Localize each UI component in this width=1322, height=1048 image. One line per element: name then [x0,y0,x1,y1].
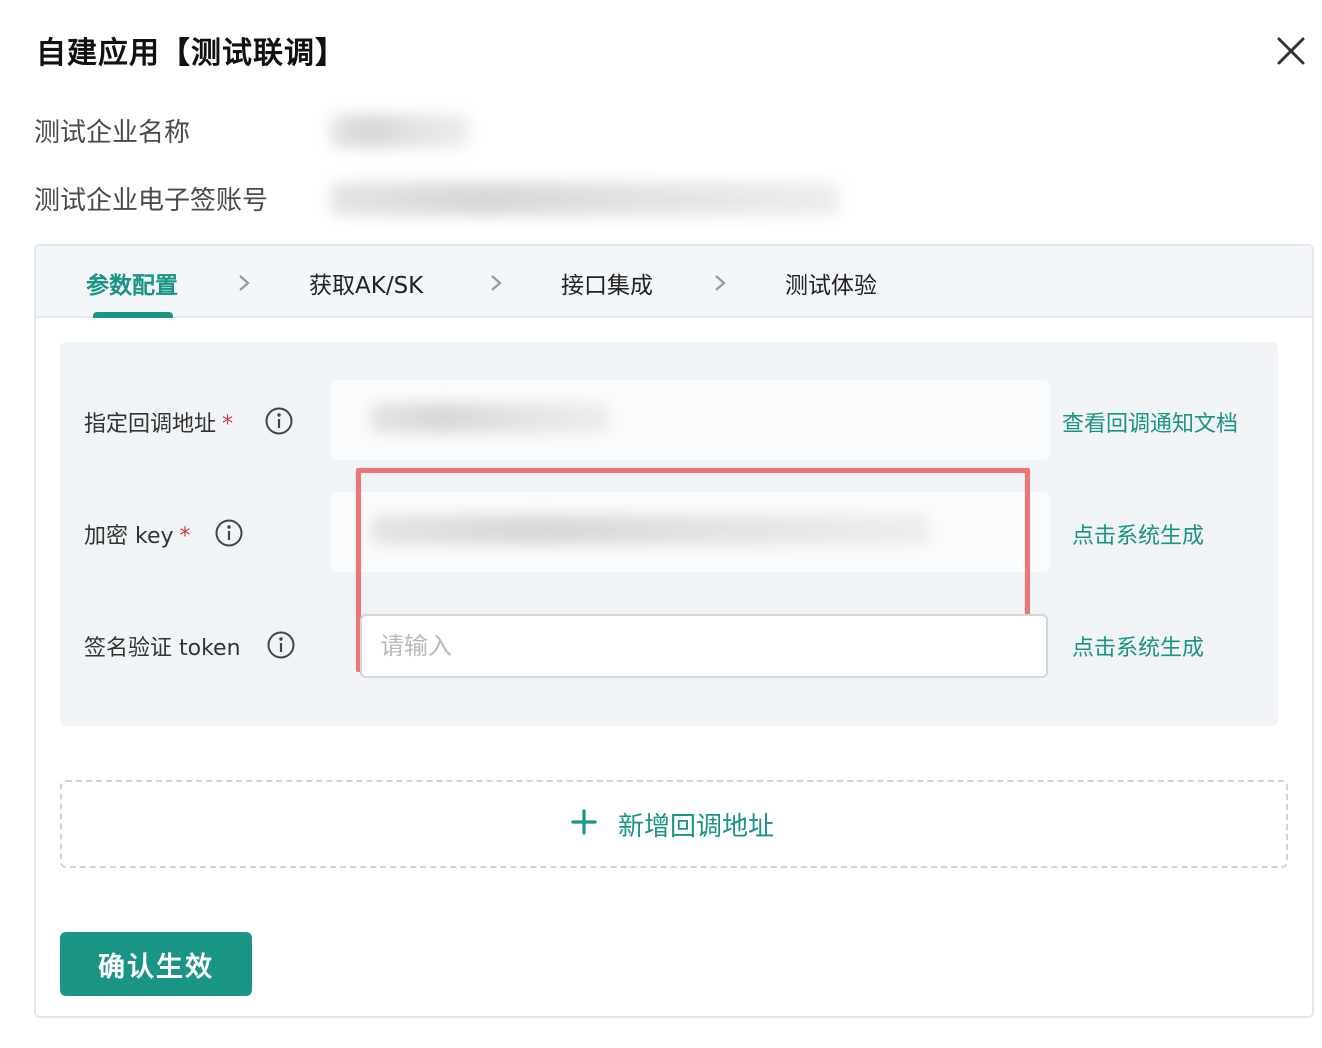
view-callback-doc-link[interactable]: 查看回调通知文档 [1062,406,1238,438]
company-account-label: 测试企业电子签账号 [34,186,269,216]
encrypt-key-input[interactable] [330,492,1050,572]
add-callback-url-button[interactable]: 新增回调地址 [60,780,1288,868]
callback-url-label: 指定回调地址 * [84,406,233,438]
step-get-ak-sk[interactable]: 获取AK/SK [309,266,423,300]
generate-encrypt-key-link[interactable]: 点击系统生成 [1072,518,1204,550]
company-name-value-redacted [330,114,470,148]
confirm-button[interactable]: 确认生效 [60,932,252,996]
plus-icon [571,809,597,835]
company-account-value-redacted [330,182,840,216]
active-step-indicator [93,312,173,318]
callback-url-input[interactable] [330,380,1050,460]
sign-token-input[interactable] [360,614,1048,678]
info-icon[interactable] [214,518,244,548]
chevron-right-icon [715,275,726,291]
config-panel: 参数配置 获取AK/SK 接口集成 测试体验 指定回调地址 * 查看回调通知文档 … [34,244,1314,1018]
required-mark: * [222,412,234,437]
callback-url-label-text: 指定回调地址 [84,412,217,437]
info-icon[interactable] [266,630,296,660]
add-callback-url-label: 新增回调地址 [618,812,775,842]
encrypt-key-value-redacted [370,515,930,545]
generate-sign-token-link[interactable]: 点击系统生成 [1072,630,1204,662]
dialog-title: 自建应用【测试联调】 [36,36,346,71]
required-mark: * [179,524,191,549]
step-test-experience[interactable]: 测试体验 [785,266,877,300]
chevron-right-icon [491,275,502,291]
close-icon[interactable] [1274,34,1308,68]
step-api-integration[interactable]: 接口集成 [561,266,653,300]
steps-bar: 参数配置 获取AK/SK 接口集成 测试体验 [36,246,1312,318]
callback-url-value-redacted [370,403,610,433]
company-name-label: 测试企业名称 [34,118,191,148]
step-params-config[interactable]: 参数配置 [86,266,178,300]
encrypt-key-label: 加密 key * [84,518,191,550]
sign-token-label: 签名验证 token [84,636,241,661]
encrypt-key-label-text: 加密 key [84,524,174,549]
chevron-right-icon [239,275,250,291]
info-icon[interactable] [264,406,294,436]
